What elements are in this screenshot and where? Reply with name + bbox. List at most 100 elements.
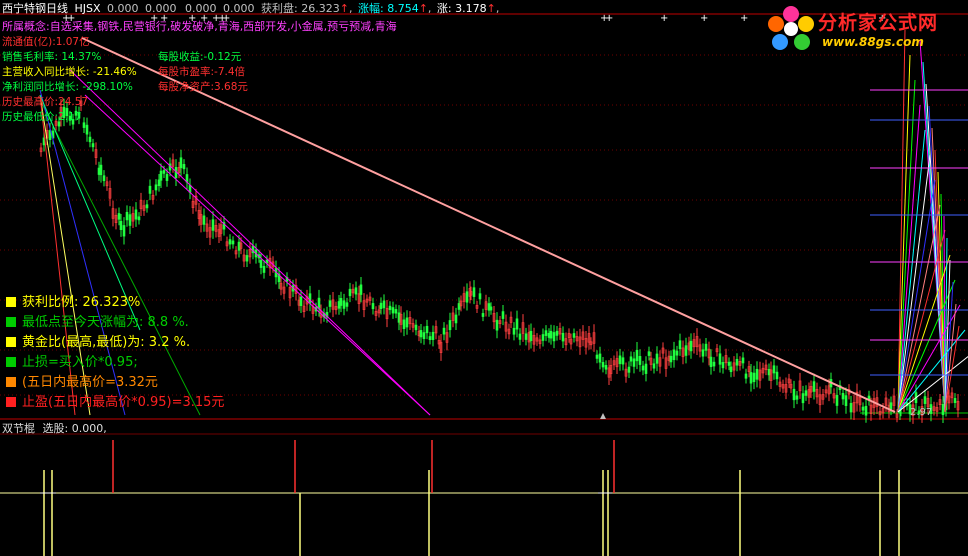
- pe: 每股市盈率:-7.4倍: [158, 66, 246, 78]
- candle-body: [792, 388, 796, 401]
- candle-body: [148, 185, 152, 194]
- candle-body: [159, 170, 163, 181]
- revenue-growth: 主营收入同比增长: -21.46%: [2, 66, 137, 78]
- candle-body: [804, 390, 808, 396]
- candle-body: [752, 372, 756, 383]
- stat-text: 最低点至今天涨幅为: 8.8 %.: [22, 315, 189, 330]
- gross-margin: 销售毛利率: 14.37%: [2, 51, 102, 63]
- candle-body: [85, 124, 89, 135]
- stat-text: 止盈(五日内最高价*0.95)=3.15元: [22, 395, 225, 410]
- candle-body: [712, 361, 716, 367]
- candle-body: [414, 324, 418, 331]
- candle-body: [99, 164, 103, 176]
- stock-name[interactable]: 西宁特钢日线: [2, 2, 68, 15]
- candle-body: [145, 204, 149, 209]
- rise-value: 8.754: [387, 2, 419, 15]
- color-square-icon: [6, 317, 16, 327]
- candle-body: [953, 398, 957, 403]
- zhang-value: 3.178: [455, 2, 487, 15]
- hist-high: 历史最高价:24.57: [2, 96, 89, 108]
- candle-body: [861, 406, 865, 411]
- candle-body: [638, 356, 642, 365]
- candle-body: [864, 405, 868, 416]
- value-3: 0.000: [185, 2, 217, 15]
- candle-body: [299, 296, 303, 307]
- candle-body: [82, 122, 86, 128]
- sub-indicator-value: 0.000,: [71, 422, 107, 435]
- candle-body: [228, 239, 232, 245]
- candle-body: [635, 349, 639, 362]
- candle-body: [735, 358, 739, 366]
- candle-body: [405, 317, 409, 328]
- candle-body: [425, 325, 429, 334]
- candle-body: [379, 302, 383, 310]
- profit-growth: 净利润同比增长: -298.10%: [2, 81, 133, 93]
- marker-cross: +: [700, 13, 708, 24]
- candle-body: [165, 174, 169, 181]
- candle-body: [641, 365, 645, 371]
- candle-body: [339, 298, 343, 306]
- color-square-icon: [6, 357, 16, 367]
- candle-body: [465, 291, 469, 303]
- candle-body: [601, 362, 605, 368]
- candle-body: [549, 330, 553, 339]
- candle-body: [524, 333, 528, 340]
- site-logo[interactable]: 分析家公式网 www.88gs.com: [766, 2, 966, 56]
- sub-panel-header: 双节棍 选股: 0.000,: [2, 420, 107, 436]
- candle-body: [555, 330, 559, 336]
- zhang-label: 涨:: [436, 2, 452, 15]
- candle-body: [835, 394, 839, 406]
- arrow-up-icon: ↑: [486, 2, 496, 15]
- value-1: 0.000: [107, 2, 139, 15]
- candle-body: [157, 179, 161, 187]
- candle-body: [382, 300, 386, 309]
- eps: 每股收益:-0.12元: [158, 51, 242, 63]
- marker-cross: +: [660, 13, 668, 24]
- candle-body: [544, 330, 548, 336]
- candle-body: [604, 365, 608, 370]
- candle-body: [512, 327, 516, 335]
- concept-line: 所属概念:自选采集,钢铁,民营银行,破发破净,青海,西部开发,小金属,预亏预减,…: [2, 20, 397, 33]
- candle-body: [598, 353, 602, 363]
- flower-logo-icon: [768, 6, 814, 50]
- candle-body: [388, 305, 392, 311]
- candle-body: [231, 240, 235, 245]
- color-square-icon: [6, 337, 16, 347]
- candle-body: [179, 157, 183, 169]
- chart-window[interactable]: + + + + + + + + + + + + + + + + 西宁特钢日线 HJSX 0.000 0.000…: [0, 0, 968, 556]
- candle-body: [448, 320, 452, 331]
- candle-body: [675, 350, 679, 356]
- candle-body: [97, 167, 101, 175]
- kline-chart[interactable]: ++ + + + + +++ ++ + + + + +: [0, 0, 968, 556]
- stat-line: 获利比例: 26.323%: [6, 294, 140, 312]
- candle-body: [394, 309, 398, 314]
- candle-body: [262, 265, 266, 273]
- value-4: 0.000: [223, 2, 255, 15]
- stat-line: 止盈(五日内最高价*0.95)=3.15元: [6, 394, 224, 412]
- candle-body: [729, 366, 733, 373]
- candle-body: [595, 354, 599, 359]
- candle-body: [359, 284, 363, 295]
- candle-body: [795, 395, 799, 400]
- hist-low: 历史最低价:2.17: [2, 111, 82, 123]
- candle-body: [669, 355, 673, 363]
- candle-body: [629, 356, 633, 362]
- candle-body: [348, 288, 352, 297]
- stat-line: 黄金比(最高,最低)为: 3.2 %.: [6, 334, 190, 352]
- candle-body: [354, 287, 358, 295]
- candle-body: [727, 361, 731, 366]
- stat-text: 止损=买入价*0.95;: [22, 355, 138, 370]
- candle-body: [718, 353, 722, 365]
- candle-body: [801, 393, 805, 404]
- candle-body: [689, 340, 693, 352]
- candle-body: [572, 333, 576, 338]
- sub-indicator-name[interactable]: 双节棍: [2, 422, 35, 435]
- candle-body: [632, 358, 636, 367]
- candle-body: [684, 345, 688, 356]
- candle-body: [391, 307, 395, 314]
- candle-body: [744, 373, 748, 379]
- candle-body: [88, 136, 92, 143]
- candle-body: [422, 332, 426, 340]
- candle-body: [237, 241, 241, 251]
- candle-body: [119, 220, 123, 230]
